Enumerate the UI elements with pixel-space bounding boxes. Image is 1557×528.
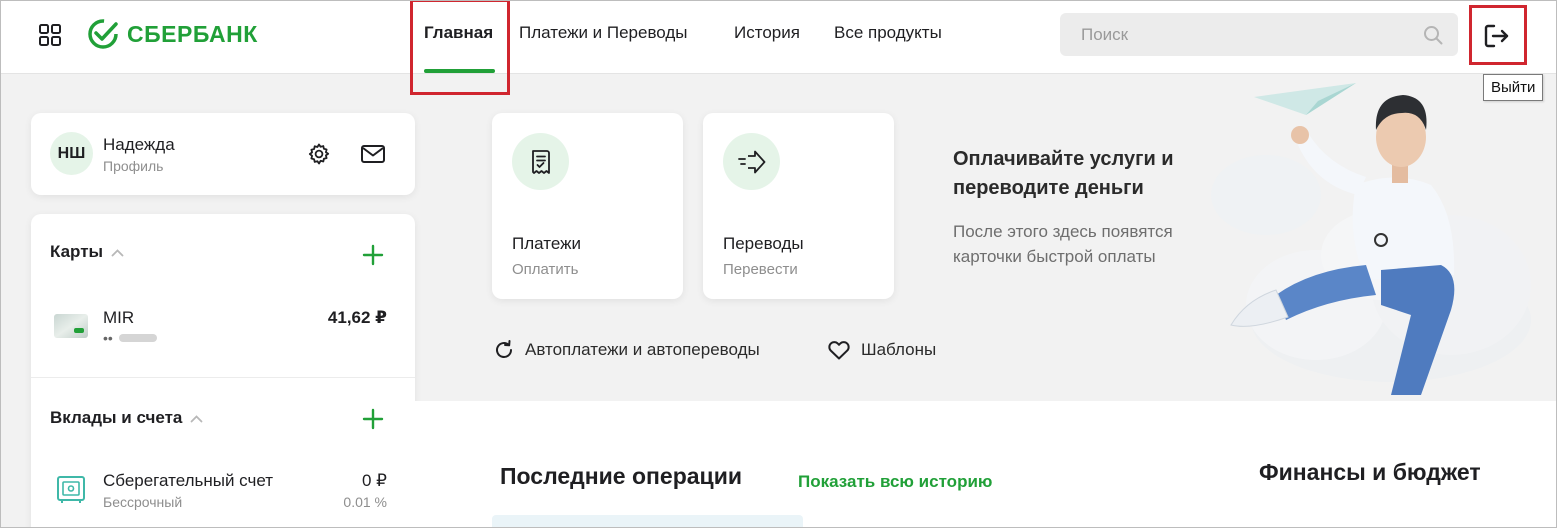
payments-tile-title: Платежи: [512, 234, 581, 253]
nav-all-products[interactable]: Все продукты: [834, 23, 942, 43]
avatar[interactable]: НШ: [50, 132, 93, 175]
sber-logo-icon: [88, 19, 118, 49]
search-box[interactable]: [1060, 13, 1458, 56]
safe-icon: [57, 476, 85, 503]
deposits-section-title: Вклады и счета: [50, 408, 183, 427]
add-deposit-icon[interactable]: [361, 407, 385, 431]
profile-name[interactable]: Надежда: [103, 135, 175, 155]
autopay-link[interactable]: Автоплатежи и автопереводы: [493, 339, 760, 361]
card-balance: 41,62 ₽: [327, 308, 387, 327]
cards-section-title: Карты: [50, 242, 104, 261]
transfer-arrow-icon: [737, 150, 765, 173]
chevron-up-icon[interactable]: [190, 414, 203, 423]
nav-main[interactable]: Главная: [424, 23, 493, 43]
nav-payments-transfers[interactable]: Платежи и Переводы: [519, 23, 688, 43]
account-balance: 0 ₽: [362, 471, 387, 490]
receipt-icon: [531, 149, 550, 174]
transfers-tile-subtitle: Перевести: [723, 261, 798, 278]
transfers-tile[interactable]: Переводы Перевести: [703, 113, 894, 299]
add-card-icon[interactable]: [361, 243, 385, 267]
gear-icon[interactable]: [307, 142, 331, 166]
payments-tile-subtitle: Оплатить: [512, 261, 579, 278]
nav-active-indicator: [424, 69, 495, 73]
mail-icon[interactable]: [360, 143, 386, 165]
finance-budget-title: Финансы и бюджет: [1259, 459, 1481, 485]
recent-operations-title: Последние операции: [500, 463, 742, 489]
payments-tile-icon-bg: [512, 133, 569, 190]
card-mask-dots: ••: [103, 330, 113, 346]
templates-link-label: Шаблоны: [861, 340, 937, 359]
transfers-tile-title: Переводы: [723, 234, 804, 253]
refresh-icon: [496, 340, 512, 358]
profile-card[interactable]: НШ Надежда Профиль: [31, 113, 415, 195]
logo-text: СБЕРБАНК: [127, 20, 258, 47]
promo-illustration: [1211, 83, 1531, 395]
heart-icon: [828, 341, 850, 360]
operations-loading-placeholder: [492, 515, 803, 527]
apps-grid-icon[interactable]: [39, 24, 61, 46]
transfers-tile-icon-bg: [723, 133, 780, 190]
search-icon[interactable]: [1422, 24, 1444, 46]
mir-card-icon[interactable]: [54, 314, 88, 338]
top-header: СБЕРБАНК Главная Платежи и Переводы Исто…: [1, 1, 1556, 74]
search-input[interactable]: [1081, 24, 1422, 45]
promo-title: Оплачивайте услуги и переводите деньги: [953, 148, 1174, 199]
accounts-card: Карты MIR •• 41,62 ₽ Вклады и счета Сбер…: [31, 214, 415, 527]
show-all-history-link[interactable]: Показать всю историю: [798, 472, 992, 492]
chevron-up-icon[interactable]: [111, 248, 124, 257]
account-rate: 0.01 %: [343, 494, 387, 510]
card-number-mask: ••: [103, 330, 157, 346]
cards-section-header[interactable]: Карты: [50, 242, 124, 262]
account-term: Бессрочный: [103, 494, 183, 510]
app-window: СБЕРБАНК Главная Платежи и Переводы Исто…: [0, 0, 1557, 528]
card-number-hidden: [118, 334, 157, 342]
account-name[interactable]: Сберегательный счет: [103, 471, 273, 491]
sberbank-logo[interactable]: СБЕРБАНК: [87, 18, 258, 50]
logout-icon[interactable]: [1479, 20, 1515, 52]
nav-history[interactable]: История: [734, 23, 800, 43]
autopay-link-label: Автоплатежи и автопереводы: [525, 340, 760, 359]
card-name[interactable]: MIR: [103, 308, 134, 328]
payments-tile[interactable]: Платежи Оплатить: [492, 113, 683, 299]
profile-subtitle: Профиль: [103, 158, 164, 174]
promo-text: После этого здесь появятся карточки быст…: [953, 222, 1173, 266]
section-divider: [31, 377, 415, 378]
deposits-section-header[interactable]: Вклады и счета: [50, 408, 203, 428]
templates-link[interactable]: Шаблоны: [827, 339, 936, 361]
